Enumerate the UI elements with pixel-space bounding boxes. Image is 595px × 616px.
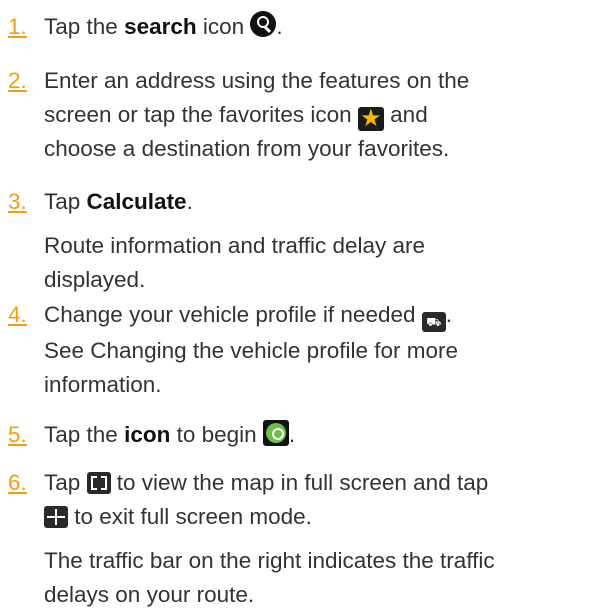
step-note: Route information and traffic delay are [44,233,426,258]
step-text: Tap the [44,14,125,39]
step-keyword: search [124,14,197,39]
step-note: information. [44,372,162,397]
step-number-link[interactable]: 6. [8,466,44,500]
step-4: 4. Change your vehicle profile if needed … [8,298,588,402]
fullscreen-icon [86,472,111,494]
step-number-link[interactable]: 1. [8,10,44,44]
step-3: 3. Tap Calculate. Route information and t… [8,185,588,297]
search-icon [250,11,277,37]
step-number-link[interactable]: 2. [8,64,44,98]
exit-fullscreen-icon [44,506,68,528]
step-text: . [276,14,283,39]
start-navigation-icon [262,420,289,446]
step-text: icon [196,14,251,39]
step-text: to view the map in full screen and tap [110,470,489,495]
step-text: and [383,102,428,127]
step-6: 6. Tap to view the map in full screen and… [8,466,588,612]
step-keyword: Calculate [86,189,187,214]
step-number-link[interactable]: 5. [8,418,44,452]
step-text: Tap [44,189,87,214]
step-text: screen or tap the favorites icon [44,102,358,127]
step-text: . [445,302,453,327]
step-text: Change your vehicle profile if needed [44,302,422,327]
step-text: . [186,189,193,214]
step-text: to begin [170,422,263,447]
step-keyword: icon [124,422,171,447]
step-note: The traffic bar on the right indicates t… [44,548,495,573]
step-text: to exit full screen mode. [68,504,312,529]
step-text: Tap [44,470,87,495]
step-text: choose a destination from your favorites… [44,136,450,161]
step-note: See Changing the vehicle profile for mor… [44,338,458,363]
step-1: 1. Tap the search icon . [8,10,588,44]
step-note: displayed. [44,267,146,292]
vehicle-profile-icon: ⛟ [421,312,446,332]
step-text: Enter an address using the features on t… [44,68,470,93]
step-note: delays on your route. [44,582,255,607]
step-2: 2. Enter an address using the features on… [8,64,588,166]
step-text: Tap the [44,422,125,447]
step-number-link[interactable]: 3. [8,185,44,219]
step-text: . [288,422,296,447]
favorites-star-icon: ★ [357,107,384,131]
step-5: 5. Tap the icon to begin . [8,418,588,452]
step-number-link[interactable]: 4. [8,298,44,332]
